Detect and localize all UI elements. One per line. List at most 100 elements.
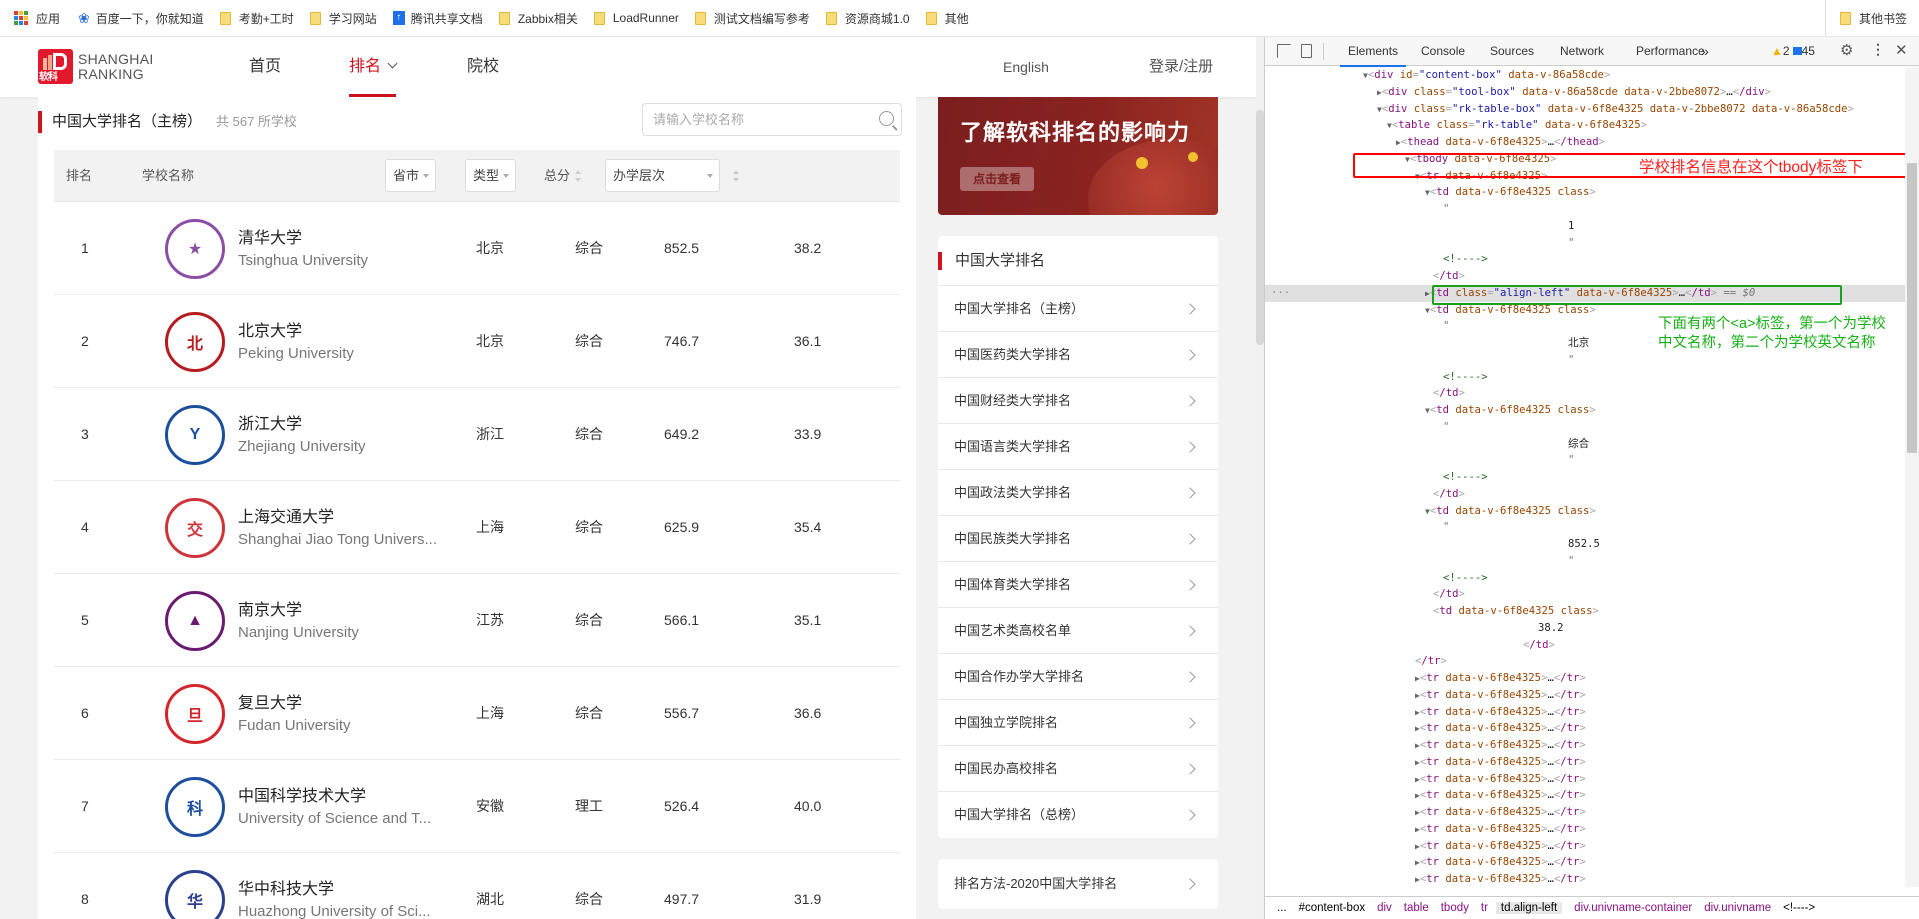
university-logo-icon[interactable]: ★ <box>165 219 225 279</box>
dom-node-line[interactable]: ▼<td data-v-6f8e4325 class> <box>1265 402 1905 419</box>
university-name-en-link[interactable]: Huazhong University of Sci... <box>238 903 431 919</box>
bookmark-item[interactable]: 应用 <box>14 10 60 27</box>
breadcrumb-item[interactable]: #content-box <box>1299 902 1366 914</box>
table-row[interactable]: 1 ★ 清华大学 Tsinghua University 北京 综合 852.5 38.2 <box>54 202 900 295</box>
breadcrumb-item[interactable]: tr <box>1481 902 1488 914</box>
table-row[interactable]: 3 Y 浙江大学 Zhejiang University 浙江 综合 649.2 33.9 <box>54 388 900 481</box>
bookmark-item[interactable]: Zabbix相关 <box>498 10 578 27</box>
type-filter-select[interactable]: 类型 <box>465 159 516 192</box>
university-name-zh-link[interactable]: 南京大学 <box>238 596 302 620</box>
dom-node-line[interactable]: ▼<td data-v-6f8e4325 class> <box>1265 503 1905 520</box>
more-tabs-icon[interactable]: » <box>1701 37 1709 66</box>
login-register-link[interactable]: 登录/注册 <box>1149 37 1213 97</box>
dom-node-line[interactable]: 38.2 <box>1265 620 1905 637</box>
nav-universities[interactable]: 院校 <box>467 37 499 97</box>
bookmark-item[interactable]: 资源商城1.0 <box>825 10 910 27</box>
dom-node-line[interactable]: </td> <box>1265 385 1905 402</box>
ranking-category-link[interactable]: 中国民族类大学排名 <box>938 516 1218 562</box>
university-logo-icon[interactable]: 旦 <box>165 684 225 744</box>
dom-node-line[interactable]: ▼<td data-v-6f8e4325 class> <box>1265 184 1905 201</box>
university-name-zh-link[interactable]: 北京大学 <box>238 317 302 341</box>
table-row[interactable]: 8 华华中科技大学 Huazhong University of Sci... 湖北 综… <box>54 853 900 919</box>
more-options-icon[interactable]: ⋮ <box>1871 41 1885 58</box>
dom-node-line[interactable]: " <box>1265 553 1905 570</box>
dom-node-line[interactable]: <!----> <box>1265 369 1905 386</box>
breadcrumb-item[interactable]: div.univname <box>1704 902 1771 914</box>
devtools-tab-elements[interactable]: Elements <box>1339 37 1407 67</box>
ranking-category-link[interactable]: 中国体育类大学排名 <box>938 562 1218 608</box>
breadcrumb-item[interactable]: <!----> <box>1783 902 1815 914</box>
dom-node-line[interactable]: ▶<tr data-v-6f8e4325>…</tr> <box>1265 670 1905 687</box>
university-logo-icon[interactable]: ▲ <box>165 591 225 651</box>
university-name-zh-link[interactable]: 中国科学技术大学 <box>238 782 366 806</box>
language-switch-link[interactable]: English <box>1003 37 1049 97</box>
dom-node-line[interactable]: " <box>1265 201 1905 218</box>
breadcrumb-item[interactable]: div.univname-container <box>1574 902 1692 914</box>
dom-node-line[interactable]: ▶<thead data-v-6f8e4325>…</thead> <box>1265 134 1905 151</box>
dom-node-line[interactable]: 1 <box>1265 218 1905 235</box>
breadcrumb-item[interactable]: td.align-left <box>1495 902 1563 914</box>
bookmark-item[interactable]: 测试文档编写参考 <box>694 10 810 27</box>
ranking-category-link[interactable]: 中国语言类大学排名 <box>938 424 1218 470</box>
node-actions-icon[interactable]: ··· <box>1271 285 1290 302</box>
university-name-zh-link[interactable]: 清华大学 <box>238 224 302 248</box>
dom-node-line[interactable]: ▶<tr data-v-6f8e4325>…</tr> <box>1265 737 1905 754</box>
table-row[interactable]: 2 北北京大学 Peking University 北京 综合 746.7 36.1 <box>54 295 900 388</box>
university-name-en-link[interactable]: University of Science and T... <box>238 810 431 827</box>
dom-node-line[interactable]: " <box>1265 452 1905 469</box>
university-name-en-link[interactable]: Fudan University <box>238 717 351 734</box>
elements-dom-tree[interactable]: ▼<div id="content-box" data-v-86a58cde> ▶… <box>1265 67 1905 887</box>
ranking-category-link[interactable]: 中国独立学院排名 <box>938 700 1218 746</box>
page-scrollbar-thumb[interactable] <box>1256 110 1264 345</box>
ranking-category-link[interactable]: 中国财经类大学排名 <box>938 378 1218 424</box>
dom-node-line[interactable]: ▶<tr data-v-6f8e4325>…</tr> <box>1265 720 1905 737</box>
devtools-scrollbar[interactable] <box>1905 67 1919 887</box>
dom-node-line[interactable]: ▶<tr data-v-6f8e4325>…</tr> <box>1265 854 1905 871</box>
table-row[interactable]: 6 旦复旦大学 Fudan University 上海 综合 556.7 36.6 <box>54 667 900 760</box>
sort-level-icon[interactable] <box>733 170 739 182</box>
university-logo-icon[interactable]: 交 <box>165 498 225 558</box>
dom-node-line[interactable]: " <box>1265 519 1905 536</box>
dom-node-line[interactable]: ▶<tr data-v-6f8e4325>…</tr> <box>1265 687 1905 704</box>
issues-counter[interactable]: ▲2 45 <box>1771 37 1815 66</box>
university-logo-icon[interactable]: Y <box>165 405 225 465</box>
inspect-element-icon[interactable] <box>1277 44 1291 58</box>
ranking-category-link[interactable]: 中国大学排名（主榜） <box>938 286 1218 332</box>
breadcrumb-item[interactable]: tbody <box>1441 902 1469 914</box>
dom-node-line[interactable]: ▼<table class="rk-table" data-v-6f8e4325… <box>1265 117 1905 134</box>
university-name-en-link[interactable]: Peking University <box>238 345 354 362</box>
bookmark-item[interactable]: 其他 <box>925 10 969 27</box>
university-name-en-link[interactable]: Shanghai Jiao Tong Univers... <box>238 531 437 548</box>
bookmark-item[interactable]: 考勤+工时 <box>219 10 294 27</box>
dom-node-line[interactable]: " <box>1265 419 1905 436</box>
dom-node-line[interactable]: <!----> <box>1265 251 1905 268</box>
devtools-scrollbar-thumb[interactable] <box>1907 163 1917 453</box>
level-filter-select[interactable]: 办学层次 <box>605 159 720 192</box>
dom-node-line[interactable]: 综合 <box>1265 436 1905 453</box>
settings-gear-icon[interactable]: ⚙ <box>1840 41 1853 59</box>
column-total-score[interactable]: 总分 <box>544 150 570 202</box>
dom-node-line[interactable]: " <box>1265 235 1905 252</box>
bookmark-item[interactable]: ❀ 百度一下，你就知道 <box>78 10 204 27</box>
dom-node-line[interactable]: ▶<tr data-v-6f8e4325>…</tr> <box>1265 804 1905 821</box>
bookmark-item[interactable]: 学习网站 <box>309 10 377 27</box>
dom-node-line[interactable]: ▶<tr data-v-6f8e4325>…</tr> <box>1265 838 1905 855</box>
dom-node-line[interactable]: ▶<div class="tool-box" data-v-86a58cde d… <box>1265 84 1905 101</box>
table-row[interactable]: 4 交上海交通大学 Shanghai Jiao Tong Univers... 上海 综… <box>54 481 900 574</box>
ranking-category-link[interactable]: 中国民办高校排名 <box>938 746 1218 792</box>
close-devtools-icon[interactable]: ✕ <box>1895 41 1908 59</box>
ranking-category-link[interactable]: 中国合作办学大学排名 <box>938 654 1218 700</box>
dom-node-line[interactable]: 852.5 <box>1265 536 1905 553</box>
influence-banner[interactable]: 了解软科排名的影响力 点击查看 <box>938 97 1218 215</box>
university-name-zh-link[interactable]: 浙江大学 <box>238 410 302 434</box>
school-search-input[interactable]: 请输入学校名称 <box>642 103 902 136</box>
dom-node-line[interactable]: </tr> <box>1265 653 1905 670</box>
nav-home[interactable]: 首页 <box>249 37 281 97</box>
ranking-category-link[interactable]: 中国政法类大学排名 <box>938 470 1218 516</box>
university-name-en-link[interactable]: Tsinghua University <box>238 252 368 269</box>
ranking-category-link[interactable]: 中国医药类大学排名 <box>938 332 1218 378</box>
page-scrollbar[interactable] <box>1256 37 1264 919</box>
dom-node-line[interactable]: ▶<tr data-v-6f8e4325>…</tr> <box>1265 704 1905 721</box>
bookmark-item[interactable]: LoadRunner <box>593 11 679 25</box>
dom-node-line[interactable]: </td> <box>1265 268 1905 285</box>
